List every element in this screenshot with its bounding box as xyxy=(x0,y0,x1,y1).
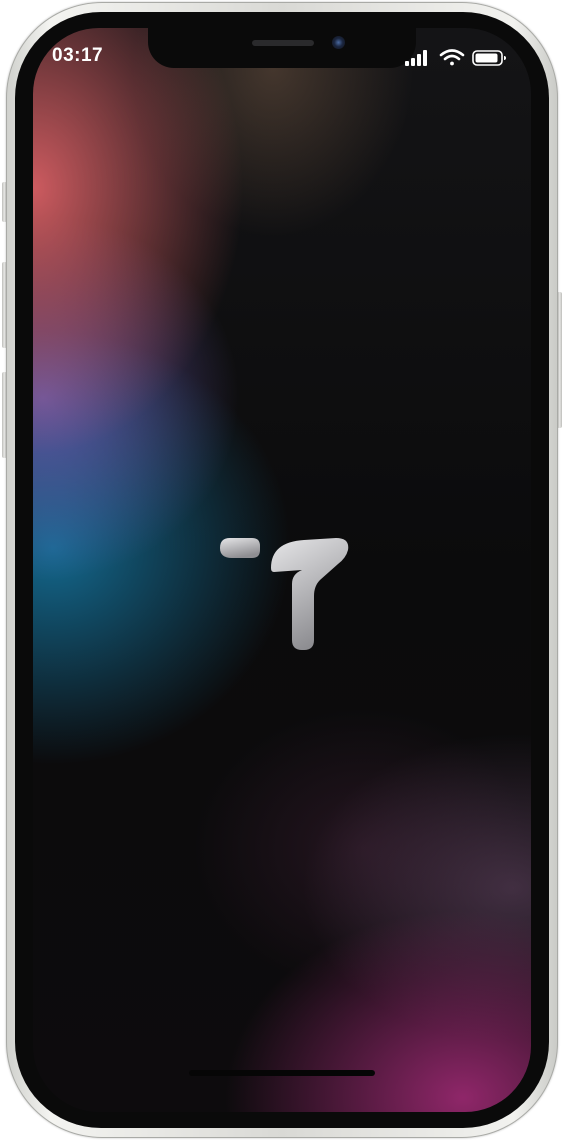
cellular-signal-icon xyxy=(405,50,427,66)
status-time: 03:17 xyxy=(52,45,104,66)
battery-icon xyxy=(472,50,506,66)
logo-mark xyxy=(220,538,349,650)
notch xyxy=(148,28,416,68)
wifi-icon xyxy=(439,49,465,66)
front-camera xyxy=(332,36,345,49)
home-indicator[interactable] xyxy=(189,1070,375,1076)
screen: 03:17 xyxy=(33,28,531,1112)
device-mockup: 03:17 xyxy=(0,0,564,1140)
logo-stem xyxy=(271,538,349,650)
status-icons xyxy=(405,49,506,66)
app-logo-icon xyxy=(220,538,349,650)
earpiece-speaker xyxy=(252,40,314,46)
